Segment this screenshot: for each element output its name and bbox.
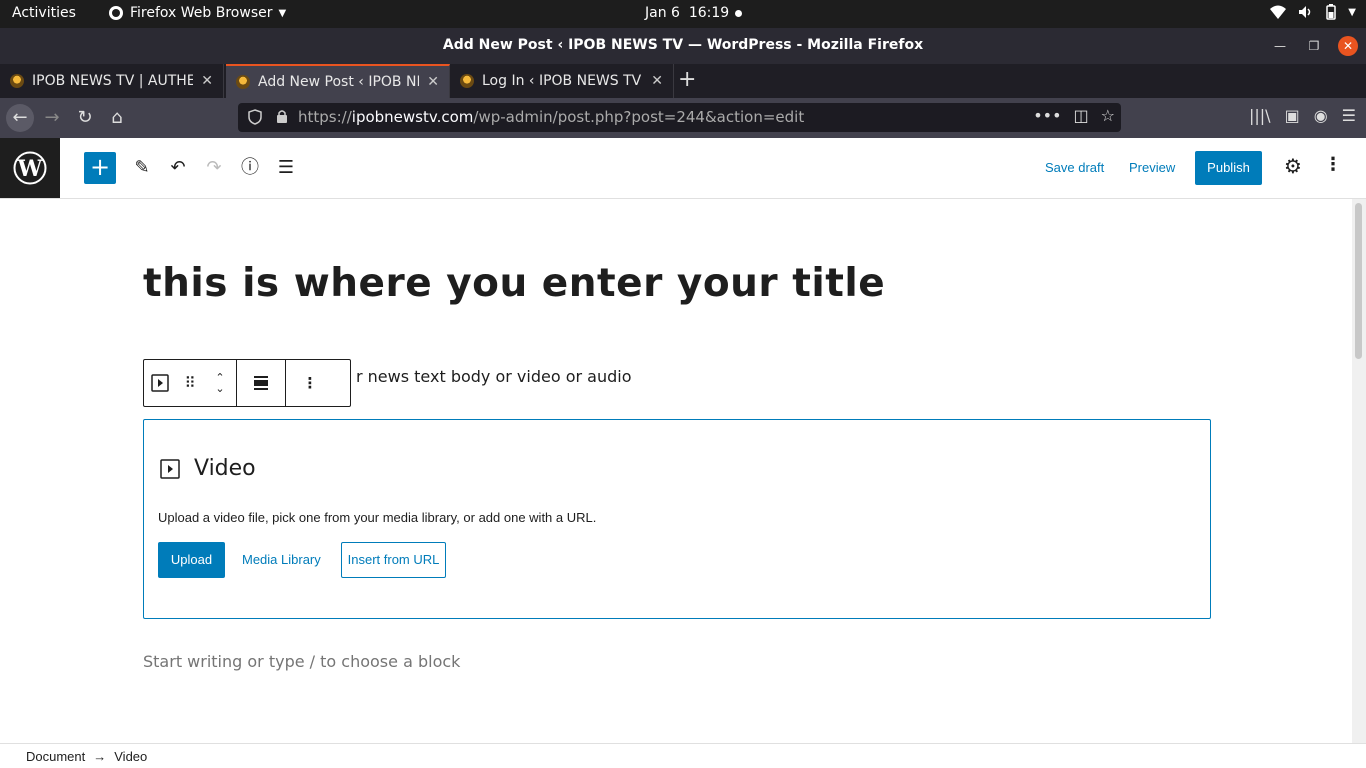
block-appender-placeholder[interactable]: Start writing or type / to choose a bloc… bbox=[143, 652, 460, 671]
close-window-button[interactable]: ✕ bbox=[1338, 36, 1358, 56]
video-block-header: Video bbox=[160, 456, 256, 481]
preview-button[interactable]: Preview bbox=[1129, 160, 1175, 175]
library-icon[interactable]: |||\ bbox=[1249, 106, 1271, 125]
home-button[interactable]: ⌂ bbox=[103, 104, 131, 132]
editor-header: W + ✎ ↶ ↷ ⓘ ☰ Save draft Preview Publish… bbox=[0, 138, 1366, 199]
more-options-icon[interactable]: ⋮ bbox=[1324, 154, 1342, 175]
block-options-icon[interactable]: ⋮ bbox=[286, 360, 334, 406]
tab-log-in[interactable]: Log In ‹ IPOB NEWS TV — WordPress ✕ bbox=[450, 64, 674, 98]
tab-bar: IPOB NEWS TV | AUTHENTIC ✕ Add New Post … bbox=[0, 64, 1366, 98]
add-block-button[interactable]: + bbox=[84, 152, 116, 184]
volume-icon bbox=[1299, 6, 1311, 18]
publish-button[interactable]: Publish bbox=[1195, 151, 1262, 185]
insert-from-url-button[interactable]: Insert from URL bbox=[341, 542, 446, 578]
navigation-bar: ← → ↻ ⌂ https://ipobnewstv.com/wp-admin/… bbox=[0, 98, 1366, 138]
block-toolbar: ⠿ ⌃ ⌄ ⋮ bbox=[143, 359, 351, 407]
maximize-button[interactable]: ❐ bbox=[1304, 36, 1324, 56]
wifi-icon bbox=[1270, 5, 1287, 19]
post-title[interactable]: this is where you enter your title bbox=[143, 261, 885, 306]
tab-add-new-post[interactable]: Add New Post ‹ IPOB NEWS ✕ bbox=[226, 64, 450, 98]
save-draft-button[interactable]: Save draft bbox=[1045, 160, 1104, 175]
editor-scrollbar[interactable] bbox=[1352, 199, 1366, 743]
sidebar-icon[interactable]: ▣ bbox=[1285, 106, 1300, 125]
redo-icon[interactable]: ↷ bbox=[200, 154, 228, 182]
video-block-type-icon[interactable] bbox=[144, 360, 176, 406]
time: 16:19 bbox=[688, 5, 730, 21]
paragraph-block[interactable]: r news text body or video or audio bbox=[356, 367, 632, 386]
window-title: Add New Post ‹ IPOB NEWS TV — WordPress … bbox=[442, 37, 924, 53]
minimize-button[interactable]: — bbox=[1270, 36, 1290, 56]
site-favicon-icon bbox=[236, 75, 250, 89]
lock-icon[interactable] bbox=[276, 109, 288, 123]
drag-handle-icon[interactable]: ⠿ bbox=[176, 360, 204, 406]
close-tab-icon[interactable]: ✕ bbox=[201, 73, 213, 89]
scrollbar-thumb[interactable] bbox=[1355, 203, 1362, 359]
more-actions-icon[interactable]: ••• bbox=[1033, 106, 1061, 125]
move-up-down-icon[interactable]: ⌃ ⌄ bbox=[204, 360, 236, 406]
url-bar[interactable]: https://ipobnewstv.com/wp-admin/post.php… bbox=[238, 103, 1121, 132]
chevron-down-icon: ▼ bbox=[278, 7, 287, 19]
battery-icon bbox=[1326, 4, 1337, 20]
system-top-bar: Activities Firefox Web Browser ▼ Jan 6 1… bbox=[0, 0, 1366, 28]
wordpress-logo-icon[interactable]: W bbox=[0, 138, 60, 198]
site-favicon-icon bbox=[10, 74, 24, 88]
video-block-title: Video bbox=[194, 456, 256, 481]
upload-button[interactable]: Upload bbox=[158, 542, 225, 578]
activities-button[interactable]: Activities bbox=[12, 5, 76, 21]
breadcrumb: Document → Video bbox=[26, 749, 147, 764]
block-type-group: ⠿ ⌃ ⌄ bbox=[144, 360, 237, 406]
breadcrumb-video[interactable]: Video bbox=[114, 749, 147, 764]
close-tab-icon[interactable]: ✕ bbox=[651, 73, 663, 89]
app-menu-label: Firefox Web Browser bbox=[130, 5, 273, 21]
svg-text:W: W bbox=[17, 156, 43, 182]
media-library-button[interactable]: Media Library bbox=[242, 552, 321, 567]
tab-label: IPOB NEWS TV | AUTHENTIC bbox=[32, 73, 194, 89]
editor-canvas: this is where you enter your title r new… bbox=[0, 199, 1352, 743]
toolbar-right: |||\ ▣ ◉ ☰ bbox=[1249, 106, 1356, 125]
breadcrumb-document[interactable]: Document bbox=[26, 749, 85, 764]
chevron-down-icon: ▼ bbox=[1348, 6, 1356, 18]
date: Jan 6 bbox=[645, 5, 680, 21]
block-breadcrumb-bar: Document → Video bbox=[0, 743, 1366, 768]
clock[interactable]: Jan 6 16:19 bbox=[645, 5, 729, 21]
system-tray[interactable]: ▼ bbox=[1270, 4, 1356, 20]
account-icon[interactable]: ◉ bbox=[1314, 106, 1328, 125]
breadcrumb-arrow-icon: → bbox=[93, 749, 107, 764]
undo-icon[interactable]: ↶ bbox=[164, 154, 192, 182]
video-icon bbox=[160, 458, 180, 479]
url-actions: ••• ◫ ☆ bbox=[1033, 106, 1115, 125]
reload-button[interactable]: ↻ bbox=[71, 104, 99, 132]
align-icon[interactable] bbox=[237, 360, 285, 406]
align-group bbox=[237, 360, 286, 406]
tab-ipob-news-tv[interactable]: IPOB NEWS TV | AUTHENTIC ✕ bbox=[0, 64, 224, 98]
firefox-icon bbox=[109, 6, 123, 20]
app-menu[interactable]: Firefox Web Browser ▼ bbox=[108, 5, 286, 21]
url-text: https://ipobnewstv.com/wp-admin/post.php… bbox=[298, 108, 805, 126]
tab-label: Log In ‹ IPOB NEWS TV — WordPress bbox=[482, 73, 643, 89]
window-title-bar: Add New Post ‹ IPOB NEWS TV — WordPress … bbox=[0, 28, 1366, 64]
new-tab-button[interactable]: + bbox=[678, 68, 696, 92]
bookmark-star-icon[interactable]: ☆ bbox=[1101, 106, 1115, 125]
forward-button[interactable]: → bbox=[38, 104, 66, 132]
video-block[interactable]: Video Upload a video file, pick one from… bbox=[143, 419, 1211, 619]
options-group: ⋮ bbox=[286, 360, 334, 406]
video-block-description: Upload a video file, pick one from your … bbox=[158, 510, 597, 525]
close-tab-icon[interactable]: ✕ bbox=[427, 74, 439, 90]
pocket-icon[interactable]: ◫ bbox=[1074, 106, 1089, 125]
settings-gear-icon[interactable]: ⚙ bbox=[1284, 154, 1302, 178]
site-favicon-icon bbox=[460, 74, 474, 88]
edit-pencil-icon[interactable]: ✎ bbox=[128, 154, 156, 182]
info-icon[interactable]: ⓘ bbox=[236, 154, 264, 182]
list-view-icon[interactable]: ☰ bbox=[272, 154, 300, 182]
back-button[interactable]: ← bbox=[6, 104, 34, 132]
shield-icon[interactable] bbox=[248, 109, 262, 125]
tab-label: Add New Post ‹ IPOB NEWS bbox=[258, 74, 419, 90]
hamburger-menu-icon[interactable]: ☰ bbox=[1342, 106, 1356, 125]
notification-dot bbox=[735, 10, 742, 17]
